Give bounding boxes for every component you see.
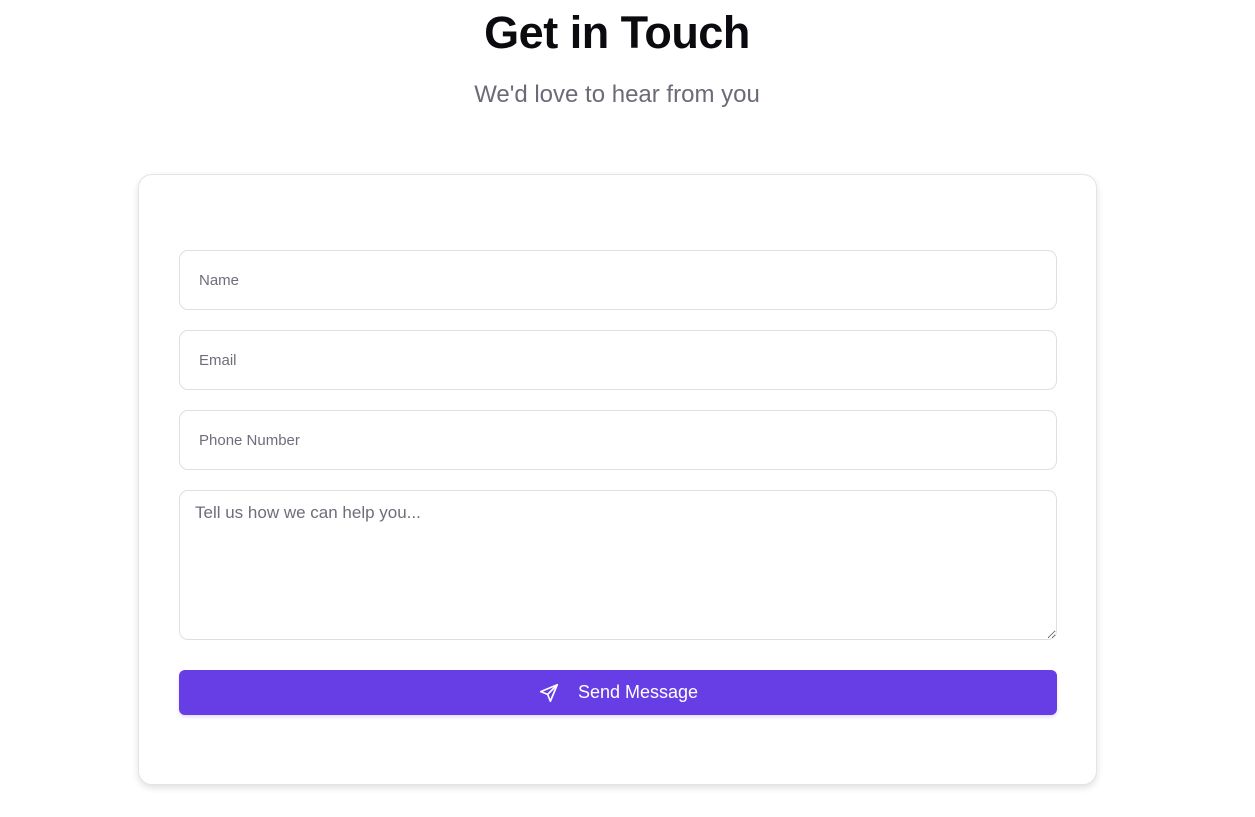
send-message-button[interactable]: Send Message [179,670,1057,715]
contact-page: Get in Touch We'd love to hear from you … [0,0,1255,817]
page-subtitle: We'd love to hear from you [474,81,760,108]
message-textarea[interactable] [179,490,1057,640]
page-title: Get in Touch [484,7,750,58]
send-message-label: Send Message [577,682,699,702]
contact-form: Send Message [138,174,1097,785]
name-input[interactable] [179,250,1057,310]
phone-input[interactable] [179,410,1057,470]
send-icon [538,682,560,704]
email-input[interactable] [179,330,1057,390]
